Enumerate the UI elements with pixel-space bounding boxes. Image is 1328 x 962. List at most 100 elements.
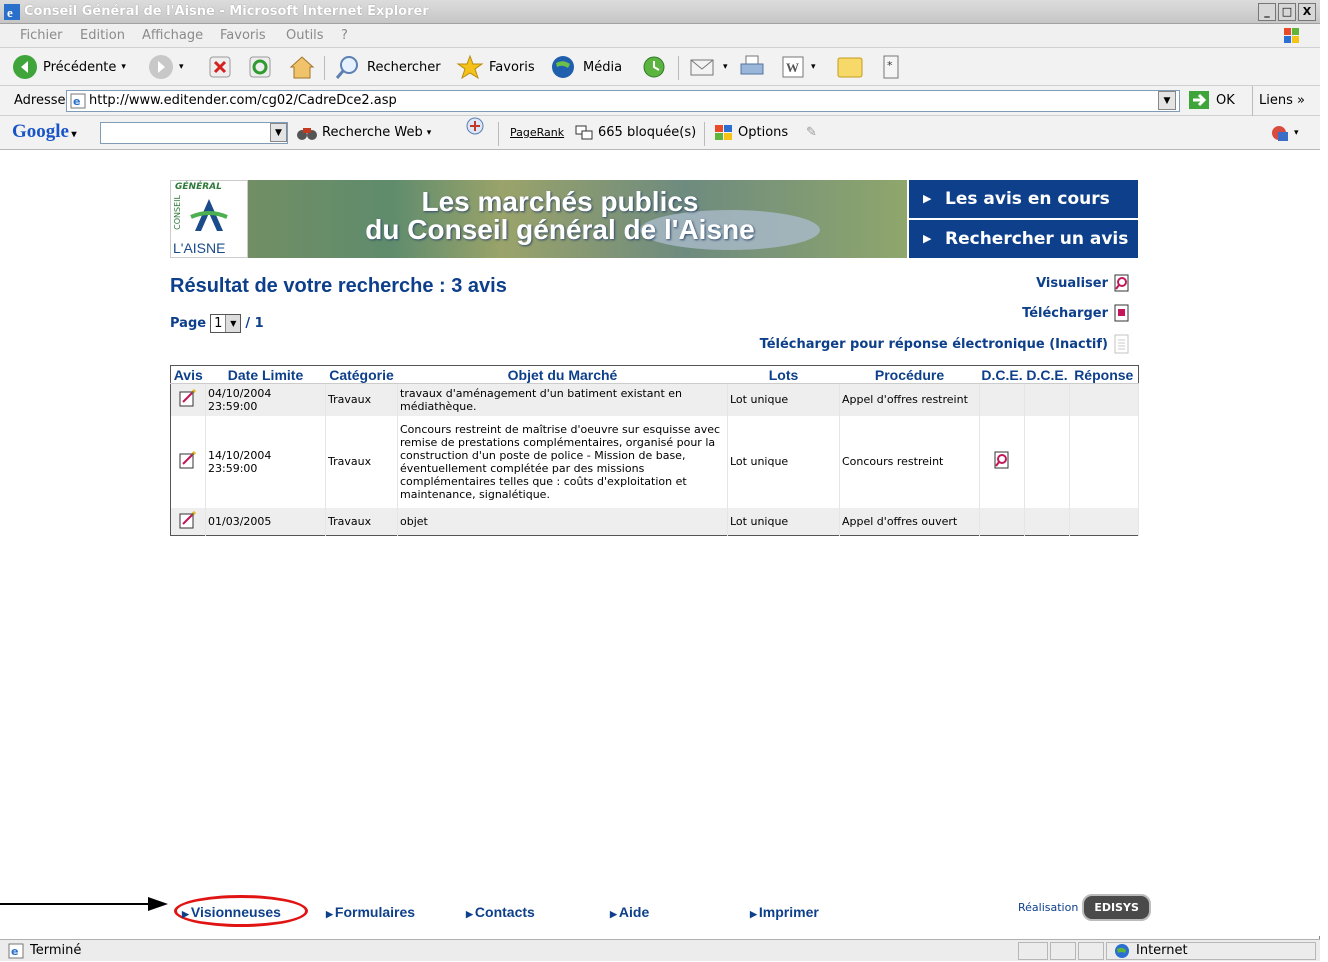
nav-search-notice[interactable]: ▶ Rechercher un avis [907,220,1138,258]
triangle-right-icon: ▶ [923,232,932,245]
refresh-button[interactable] [248,48,272,86]
col-header-category: Catégorie [325,365,398,384]
forward-button[interactable]: ▾ [148,48,184,86]
nav-current-notices-label: Les avis en cours [945,189,1110,209]
page-select-value: 1 [214,316,223,331]
download-electronic-action[interactable]: Télécharger pour réponse électronique (I… [760,334,1130,354]
dce-cell [1024,383,1070,416]
conseil-general-logo[interactable]: GÉNÉRAL CONSEIL L'AISNE [170,180,248,258]
google-search-input[interactable] [100,122,288,144]
refresh-icon [249,56,271,78]
footer-link-contacts[interactable]: ▶ Contacts [466,900,535,926]
google-logo[interactable]: Google ▾ [12,121,77,143]
nav-current-notices[interactable]: ▶ Les avis en cours [907,180,1138,218]
nav-search-notice-label: Rechercher un avis [945,229,1129,249]
search-button[interactable]: Rechercher [334,48,441,86]
back-dropdown-icon[interactable]: ▾ [121,62,126,72]
col-header-procedure: Procédure [839,365,980,384]
date-cell: 04/10/2004 23:59:00 [205,383,326,416]
stop-icon [209,56,231,78]
menu-outils[interactable]: Outils [286,24,324,48]
notice-edit-icon [179,451,196,469]
col-header-dce-2: D.C.E. [1024,365,1070,384]
aisne-emblem-icon [190,199,228,231]
notice-cell[interactable] [170,415,206,508]
google-search-dropdown-icon[interactable]: ▼ [270,123,287,142]
messenger-button[interactable]: * [880,48,902,86]
menu-help[interactable]: ? [341,24,348,48]
results-table: Avis Date Limite Catégorie Objet du Marc… [170,365,1139,536]
popup-blocker-button[interactable]: 665 bloquée(s) [574,116,696,150]
toolbar-separator [678,56,679,80]
edit-dropdown-icon[interactable]: ▾ [811,62,816,72]
edit-button[interactable]: W ▾ [780,48,816,86]
edisys-logo[interactable]: EDISYS [1082,894,1151,921]
page-icon: e [70,93,86,109]
messenger-icon: * [883,55,899,79]
col-header-avis: Avis [170,365,206,384]
notice-cell[interactable] [170,507,206,536]
category-cell: Travaux [325,383,398,416]
options-button[interactable]: Options [714,116,788,150]
go-arrow-icon [1189,91,1209,109]
dce-cell[interactable] [979,415,1025,508]
address-input[interactable]: e http://www.editender.com/cg02/CadreDce… [66,90,1180,112]
search-label: Rechercher [367,59,441,75]
category-cell: Travaux [325,415,398,508]
discuss-button[interactable] [836,48,864,86]
footer-link-visionneuses[interactable]: ▶ Visionneuses [182,900,281,926]
minimize-button[interactable]: _ [1258,3,1276,21]
mail-button[interactable]: ▾ [688,48,728,86]
go-label: OK [1216,92,1235,108]
notice-edit-icon [179,389,196,407]
media-button[interactable]: Média [548,48,622,86]
mail-dropdown-icon[interactable]: ▾ [723,62,728,72]
toolbar-separator [324,56,325,80]
go-button[interactable]: OK [1188,90,1235,110]
menu-fichier[interactable]: Fichier [20,24,63,48]
pencil-icon[interactable]: ✎ [806,116,817,150]
news-icon [466,117,484,135]
maximize-button[interactable]: □ [1278,3,1296,21]
translate-dropdown-icon: ▾ [1294,128,1299,138]
logo-top-text: GÉNÉRAL [175,182,222,192]
google-logo-text: Google [12,121,69,142]
footer-link-aide[interactable]: ▶ Aide [610,900,649,926]
footer-link-formulaires[interactable]: ▶ Formulaires [326,900,415,926]
search-web-button[interactable]: Recherche Web ▾ [296,116,431,150]
back-button[interactable]: Précédente ▾ [12,48,126,86]
close-button[interactable]: X [1298,3,1316,21]
popup-blocked-icon [575,125,593,140]
menu-affichage[interactable]: Affichage [142,24,203,48]
page-select[interactable]: 1 ▼ [210,314,242,333]
forward-dropdown-icon[interactable]: ▾ [179,62,184,72]
triangle-right-icon: ▶ [750,909,757,919]
view-action[interactable]: Visualiser [1036,274,1130,292]
table-row: 14/10/2004 23:59:00 Travaux Concours res… [170,415,1139,508]
table-row: 01/03/2005 Travaux objet Lot unique Appe… [170,507,1139,536]
stop-button[interactable] [208,48,232,86]
print-button[interactable] [738,48,766,86]
favorites-button[interactable]: Favoris [456,48,535,86]
news-button[interactable] [464,116,486,136]
response-cell [1069,415,1139,508]
zone-label: Internet [1136,943,1188,958]
options-label: Options [738,125,789,140]
download-action[interactable]: Télécharger [1022,304,1130,322]
address-dropdown-icon[interactable]: ▼ [1158,91,1176,110]
footer-link-imprimer[interactable]: ▶ Imprimer [750,900,819,926]
status-pane [1018,942,1048,960]
window-title: Conseil Général de l'Aisne - Microsoft I… [24,4,429,19]
page-done-icon: e [8,943,24,959]
menu-edition[interactable]: Edition [80,24,125,48]
history-button[interactable] [640,48,668,86]
col-header-dce-1: D.C.E. [979,365,1025,384]
links-button[interactable]: Liens » [1252,86,1305,116]
home-button[interactable] [288,48,316,86]
menu-favoris[interactable]: Favoris [220,24,266,48]
notice-cell[interactable] [170,383,206,416]
page-total: / 1 [245,316,264,331]
notice-edit-icon [179,510,196,529]
site-banner: GÉNÉRAL CONSEIL L'AISNE Les marchés publ… [170,180,1138,258]
translate-button[interactable]: ▾ [1270,116,1299,150]
